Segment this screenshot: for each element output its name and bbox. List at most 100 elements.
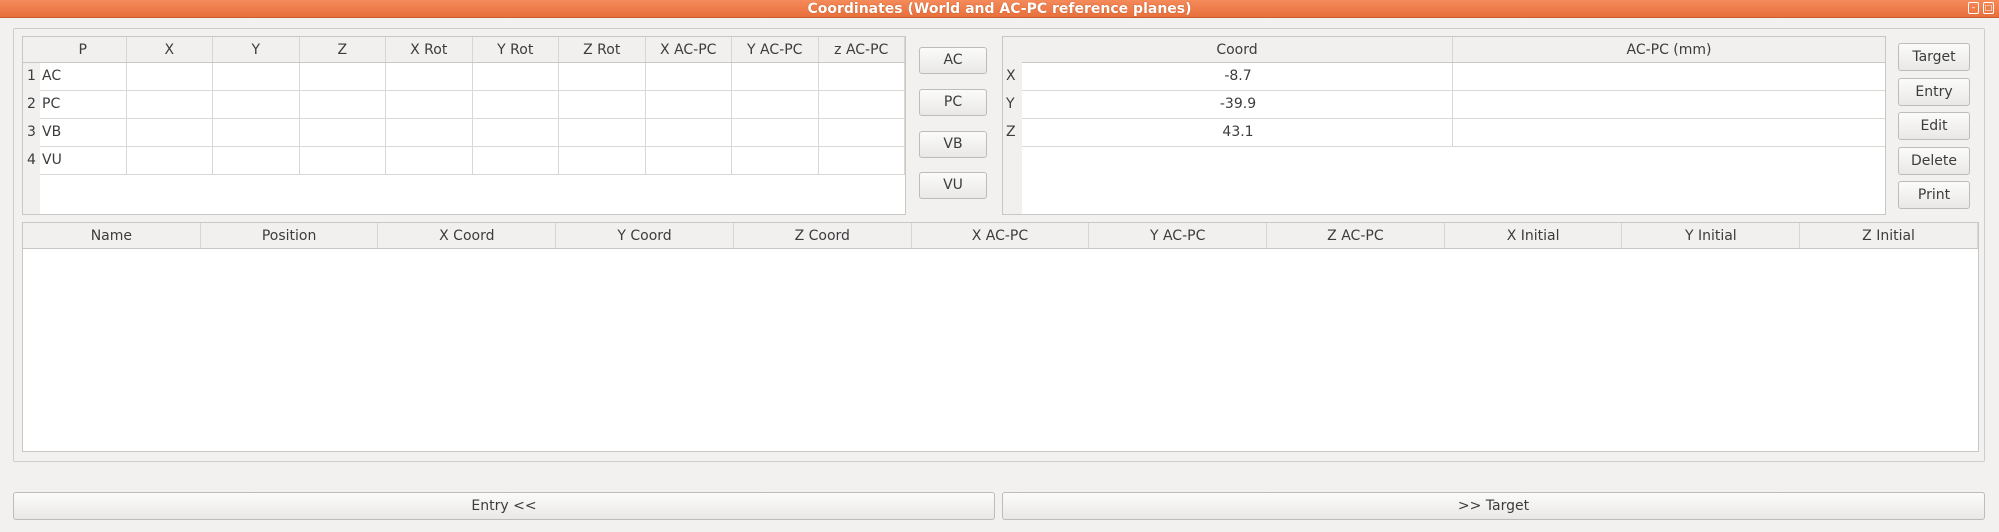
points-table[interactable]: PXYZX Rot Y Rot Z Rot X AC-PC Y AC-PC z AC-PC…	[22, 36, 906, 215]
column-header[interactable]: Position	[201, 223, 379, 248]
table-cell[interactable]	[300, 63, 386, 90]
table-cell[interactable]	[386, 63, 473, 90]
table-cell[interactable]	[819, 147, 905, 174]
maximize-button[interactable]: □	[1983, 2, 1994, 14]
table-cell[interactable]	[473, 119, 559, 146]
table-cell[interactable]	[473, 91, 559, 118]
target-forward-button[interactable]: >> Target	[1002, 492, 1985, 520]
title-bar: Coordinates (World and AC-PC reference p…	[0, 0, 1999, 18]
entry-button[interactable]: Entry	[1898, 78, 1970, 106]
table-cell[interactable]	[300, 91, 386, 118]
column-header[interactable]: X AC-PC	[912, 223, 1090, 248]
table-cell[interactable]	[559, 119, 646, 146]
table-cell[interactable]	[646, 91, 732, 118]
column-header[interactable]: X	[127, 37, 213, 62]
column-header[interactable]: X AC-PC	[646, 37, 732, 62]
table-cell[interactable]	[559, 63, 646, 90]
coord-table[interactable]: Coord AC-PC (mm) X -8.7 Y -39.9 Z 43.1	[1002, 36, 1886, 215]
table-cell[interactable]	[646, 63, 732, 90]
table-cell[interactable]	[386, 147, 473, 174]
column-header[interactable]: Name	[23, 223, 201, 248]
table-cell[interactable]	[819, 91, 905, 118]
acpc-cell[interactable]	[1453, 63, 1885, 90]
points-table-header: PXYZX Rot Y Rot Z Rot X AC-PC Y AC-PC z AC-PC	[23, 37, 905, 63]
axis-label: Z	[1006, 124, 1016, 140]
table-cell[interactable]	[213, 63, 300, 90]
table-cell[interactable]	[819, 119, 905, 146]
edit-button[interactable]: Edit	[1898, 112, 1970, 140]
column-header[interactable]: Y AC-PC	[1089, 223, 1268, 248]
coord-cell[interactable]: -8.7	[1022, 63, 1453, 90]
target-button[interactable]: Target	[1898, 43, 1970, 71]
table-row[interactable]: AC	[40, 63, 905, 91]
delete-button[interactable]: Delete	[1898, 147, 1970, 175]
table-row[interactable]: 43.1	[1022, 119, 1885, 147]
table-cell[interactable]	[213, 147, 300, 174]
table-cell[interactable]	[559, 91, 646, 118]
table-cell[interactable]	[732, 147, 819, 174]
column-header[interactable]: Y	[213, 37, 300, 62]
table-cell[interactable]	[646, 119, 732, 146]
point-name-cell[interactable]: PC	[40, 91, 127, 118]
table-cell[interactable]	[213, 119, 300, 146]
point-name-cell[interactable]: AC	[40, 63, 127, 90]
table-cell[interactable]	[127, 91, 213, 118]
table-cell[interactable]	[732, 63, 819, 90]
print-button[interactable]: Print	[1898, 181, 1970, 209]
coord-cell[interactable]: 43.1	[1022, 119, 1453, 146]
table-cell[interactable]	[559, 147, 646, 174]
acpc-cell[interactable]	[1453, 119, 1885, 146]
column-header[interactable]: Y Coord	[556, 223, 734, 248]
column-header[interactable]: Y Rot	[473, 37, 559, 62]
table-row[interactable]: VB	[40, 119, 905, 147]
point-button-vb[interactable]: VB	[919, 131, 987, 158]
point-name-cell[interactable]: VB	[40, 119, 127, 146]
trajectory-table[interactable]: Name Position X Coord Y Coord Z Coord X AC-PC…	[22, 222, 1979, 452]
column-header[interactable]: P	[40, 37, 127, 62]
coord-table-header: Coord AC-PC (mm)	[1022, 37, 1885, 63]
column-header[interactable]: Coord	[1022, 37, 1453, 62]
table-cell[interactable]	[213, 91, 300, 118]
column-header[interactable]: Z Rot	[559, 37, 646, 62]
coord-cell[interactable]: -39.9	[1022, 91, 1453, 118]
column-header[interactable]: Z AC-PC	[1267, 223, 1445, 248]
column-header[interactable]: z AC-PC	[819, 37, 905, 62]
column-header[interactable]: X Rot	[386, 37, 473, 62]
minimize-button[interactable]: –	[1968, 2, 1979, 14]
table-cell[interactable]	[473, 147, 559, 174]
table-cell[interactable]	[473, 63, 559, 90]
table-cell[interactable]	[819, 63, 905, 90]
point-button-pc[interactable]: PC	[919, 89, 987, 116]
entry-back-button[interactable]: Entry <<	[13, 492, 995, 520]
point-button-vu[interactable]: VU	[919, 172, 987, 199]
table-cell[interactable]	[127, 147, 213, 174]
table-cell[interactable]	[127, 119, 213, 146]
window-title: Coordinates (World and AC-PC reference p…	[807, 1, 1192, 17]
table-row[interactable]: PC	[40, 91, 905, 119]
table-cell[interactable]	[646, 147, 732, 174]
table-cell[interactable]	[386, 119, 473, 146]
column-header[interactable]: Z	[300, 37, 386, 62]
table-row[interactable]: -39.9	[1022, 91, 1885, 119]
column-header[interactable]: Z Coord	[734, 223, 912, 248]
table-row[interactable]: VU	[40, 147, 905, 175]
column-header[interactable]: Z Initial	[1800, 223, 1978, 248]
column-header[interactable]: Y Initial	[1622, 223, 1801, 248]
table-cell[interactable]	[300, 147, 386, 174]
column-header[interactable]: Y AC-PC	[732, 37, 819, 62]
trajectory-table-header: Name Position X Coord Y Coord Z Coord X AC-PC…	[23, 223, 1978, 249]
column-header[interactable]: AC-PC (mm)	[1453, 37, 1885, 62]
column-header[interactable]: X Initial	[1445, 223, 1623, 248]
acpc-cell[interactable]	[1453, 91, 1885, 118]
table-cell[interactable]	[386, 91, 473, 118]
column-header[interactable]: X Coord	[378, 223, 557, 248]
table-cell[interactable]	[732, 91, 819, 118]
table-row[interactable]: -8.7	[1022, 63, 1885, 91]
table-cell[interactable]	[300, 119, 386, 146]
point-button-ac[interactable]: AC	[919, 47, 987, 74]
row-number: 3	[27, 124, 36, 140]
point-name-cell[interactable]: VU	[40, 147, 127, 174]
table-cell[interactable]	[127, 63, 213, 90]
row-number: 1	[27, 68, 36, 84]
table-cell[interactable]	[732, 119, 819, 146]
